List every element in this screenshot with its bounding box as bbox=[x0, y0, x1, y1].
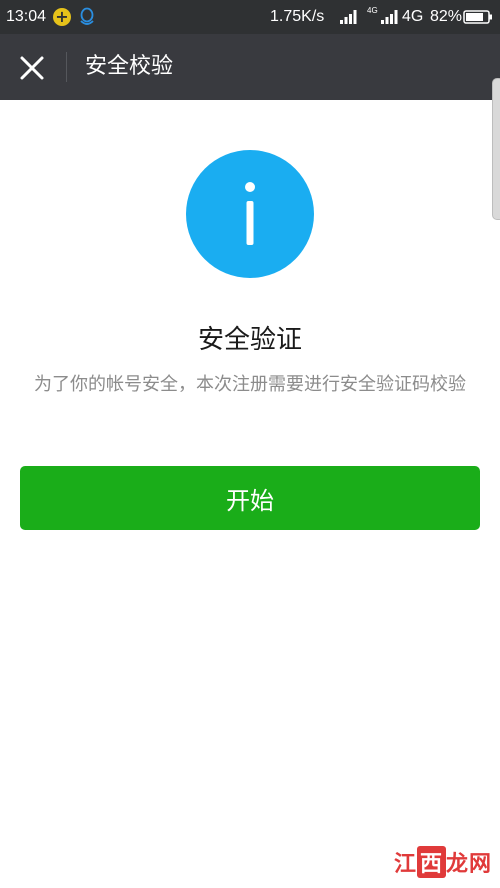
watermark-part-3: 龙网 bbox=[445, 852, 492, 877]
battery-level: 82% bbox=[430, 8, 463, 25]
info-icon bbox=[186, 150, 314, 278]
net-speed: 1.75K/s bbox=[270, 8, 325, 25]
status-bar: 13:04 + 1.75K/s 4G 4G 82% bbox=[0, 0, 500, 34]
close-icon bbox=[20, 56, 44, 80]
edge-handle[interactable] bbox=[492, 78, 500, 220]
title-bar: 安全校验 bbox=[0, 34, 500, 100]
heading: 安全验证 bbox=[197, 325, 302, 355]
net-type: 4G bbox=[402, 8, 424, 25]
close-button[interactable] bbox=[10, 46, 54, 90]
page-title: 安全校验 bbox=[85, 54, 174, 79]
watermark-part-1: 江 bbox=[393, 852, 417, 877]
start-button[interactable]: 开始 bbox=[20, 466, 480, 530]
description: 为了你的帐号安全，本次注册需要进行安全验证码校验 bbox=[34, 374, 466, 395]
title-divider bbox=[66, 52, 67, 82]
watermark-part-2: 西 bbox=[416, 846, 446, 878]
notification-app-icon: + bbox=[53, 8, 71, 26]
screen: 13:04 + 1.75K/s 4G 4G 82% 安全校验 安全验证 为了你的… bbox=[0, 0, 500, 888]
signal-icon bbox=[340, 10, 357, 24]
net-type-small: 4G bbox=[367, 6, 378, 15]
signal-icon-2 bbox=[381, 10, 398, 24]
battery-icon bbox=[463, 10, 492, 24]
status-time: 13:04 bbox=[6, 8, 47, 25]
qq-icon bbox=[80, 7, 94, 25]
watermark: 江西龙网 bbox=[394, 846, 492, 878]
